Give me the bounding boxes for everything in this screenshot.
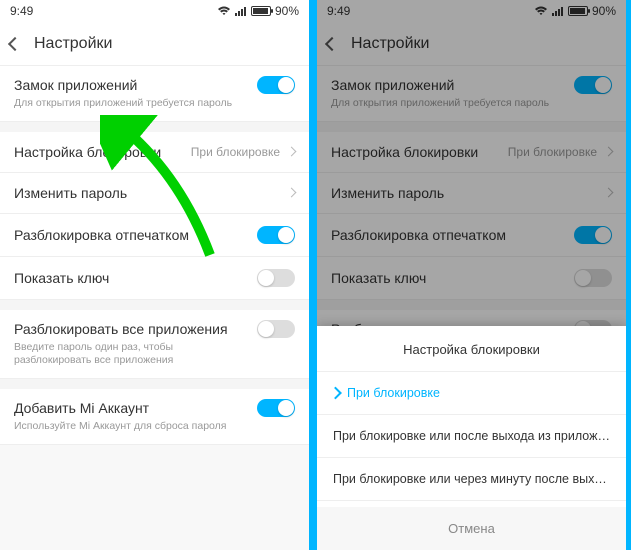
screenshot-left: 9:49 90% Настройки Замок приложений Для … [0,0,309,550]
item-subtitle: Для открытия приложений требуется пароль [331,97,551,111]
toggle-app-lock[interactable] [574,76,612,94]
item-subtitle: Используйте Mi Аккаунт для сброса пароля [14,420,234,434]
item-change-password[interactable]: Изменить пароль [317,173,626,214]
item-subtitle: Введите пароль один раз, чтобы разблокир… [14,341,234,368]
signal-icon [235,6,247,16]
status-time: 9:49 [10,4,33,18]
item-title: Замок приложений [14,77,137,93]
toggle-fingerprint[interactable] [574,226,612,244]
item-fingerprint[interactable]: Разблокировка отпечатком [317,214,626,257]
settings-list: Замок приложений Для открытия приложений… [0,66,309,445]
battery-percent: 90% [592,4,616,18]
item-title: Замок приложений [331,77,454,93]
item-title: Добавить Mi Аккаунт [14,400,149,416]
screenshot-right: 9:49 90% Настройки Замок приложений Для … [317,0,626,550]
item-title: Разблокировать все приложения [14,321,228,337]
sheet-cancel[interactable]: Отмена [317,507,626,550]
sheet-option-2[interactable]: При блокировке или после выхода из прило… [317,415,626,458]
sheet-title: Настройка блокировки [317,326,626,372]
chevron-right-icon [604,147,614,157]
chevron-right-icon [287,147,297,157]
item-title: Настройка блокировки [14,144,161,160]
item-unlock-all[interactable]: Разблокировать все приложения Введите па… [0,310,309,379]
back-icon[interactable] [8,36,22,50]
item-show-key[interactable]: Показать ключ [0,257,309,300]
battery-icon [251,6,271,16]
header: Настройки [317,22,626,66]
item-title: Изменить пароль [331,185,444,201]
item-mi-account[interactable]: Добавить Mi Аккаунт Используйте Mi Аккау… [0,389,309,445]
sheet-option-1[interactable]: При блокировке [317,372,626,415]
sheet-option-3[interactable]: При блокировке или через минуту после вы… [317,458,626,501]
item-value: При блокировке [508,145,597,159]
item-title: Настройка блокировки [331,144,478,160]
status-right: 90% [534,4,616,18]
toggle-show-key[interactable] [574,269,612,287]
toggle-mi-account[interactable] [257,399,295,417]
status-right: 90% [217,4,299,18]
toggle-show-key[interactable] [257,269,295,287]
item-title: Разблокировка отпечатком [14,227,189,243]
item-title: Показать ключ [331,270,426,286]
chevron-right-icon [604,188,614,198]
back-icon[interactable] [325,36,339,50]
page-title: Настройки [351,35,429,53]
toggle-unlock-all[interactable] [257,320,295,338]
wifi-icon [217,6,231,16]
signal-icon [552,6,564,16]
battery-icon [568,6,588,16]
status-bar: 9:49 90% [0,0,309,22]
item-app-lock[interactable]: Замок приложений Для открытия приложений… [0,66,309,122]
toggle-fingerprint[interactable] [257,226,295,244]
item-title: Изменить пароль [14,185,127,201]
item-value: При блокировке [191,145,280,159]
item-subtitle: Для открытия приложений требуется пароль [14,97,234,111]
item-lock-mode[interactable]: Настройка блокировки При блокировке [0,132,309,173]
toggle-app-lock[interactable] [257,76,295,94]
item-show-key[interactable]: Показать ключ [317,257,626,300]
page-title: Настройки [34,35,112,53]
header: Настройки [0,22,309,66]
item-app-lock[interactable]: Замок приложений Для открытия приложений… [317,66,626,122]
item-change-password[interactable]: Изменить пароль [0,173,309,214]
chevron-right-icon [287,188,297,198]
battery-percent: 90% [275,4,299,18]
item-title: Разблокировка отпечатком [331,227,506,243]
action-sheet: Настройка блокировки При блокировке При … [317,326,626,550]
item-fingerprint[interactable]: Разблокировка отпечатком [0,214,309,257]
item-lock-mode[interactable]: Настройка блокировки При блокировке [317,132,626,173]
status-time: 9:49 [327,4,350,18]
wifi-icon [534,6,548,16]
status-bar: 9:49 90% [317,0,626,22]
item-title: Показать ключ [14,270,109,286]
